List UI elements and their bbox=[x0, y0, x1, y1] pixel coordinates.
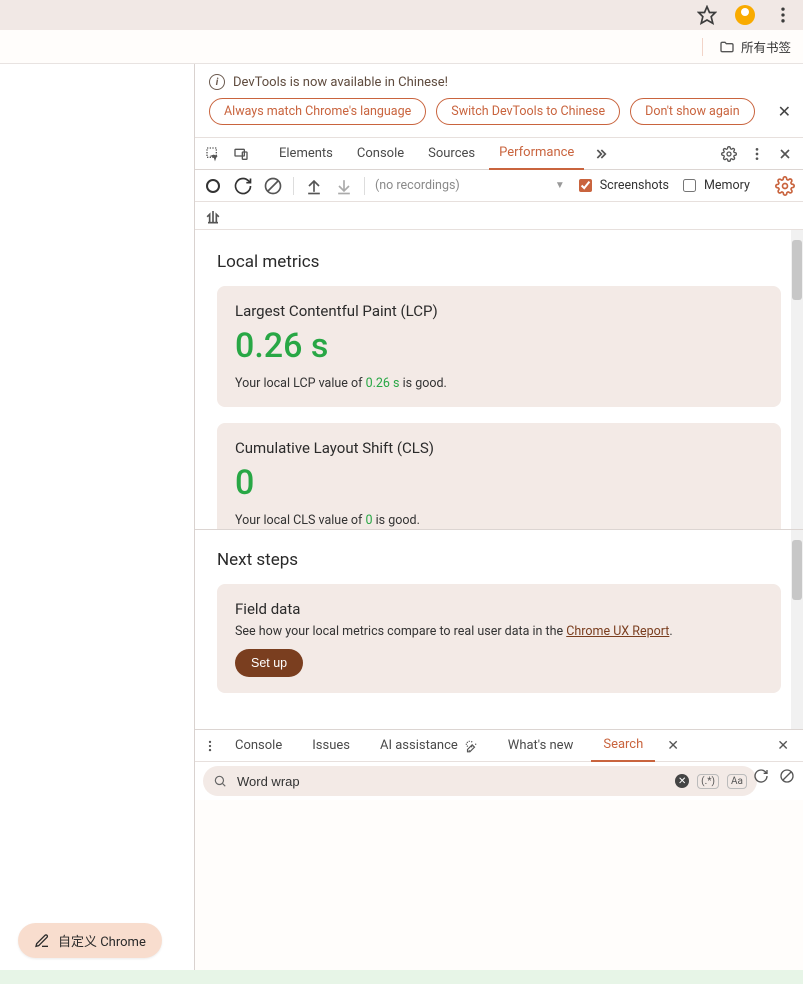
switch-chinese-button[interactable]: Switch DevTools to Chinese bbox=[436, 98, 620, 125]
browser-top-bar bbox=[0, 0, 803, 30]
cls-value: 0 bbox=[235, 463, 763, 503]
search-input[interactable] bbox=[235, 773, 667, 790]
recordings-dropdown-caret-icon[interactable]: ▼ bbox=[555, 180, 565, 191]
bookmark-star-icon[interactable] bbox=[697, 5, 717, 25]
drawer-tab-ai[interactable]: AI assistance bbox=[368, 730, 490, 762]
device-toolbar-icon[interactable] bbox=[229, 142, 253, 166]
collect-garbage-icon[interactable] bbox=[203, 206, 223, 226]
field-data-card: Field data See how your local metrics co… bbox=[217, 584, 781, 693]
download-icon[interactable] bbox=[334, 176, 354, 196]
inspect-element-icon[interactable] bbox=[201, 142, 225, 166]
drawer-tab-close-icon[interactable]: ✕ bbox=[661, 738, 685, 754]
infobar-close-icon[interactable]: ✕ bbox=[778, 102, 791, 121]
tab-sources[interactable]: Sources bbox=[418, 138, 485, 170]
page-content-area: 自定义 Chrome bbox=[0, 64, 195, 970]
memory-checkbox[interactable]: Memory bbox=[679, 176, 750, 195]
browser-menu-icon[interactable] bbox=[773, 5, 793, 25]
language-infobar: i DevTools is now available in Chinese! … bbox=[195, 64, 803, 138]
lcp-subtitle: Your local LCP value of 0.26 s is good. bbox=[235, 376, 763, 391]
lcp-card: Largest Contentful Paint (LCP) 0.26 s Yo… bbox=[217, 286, 781, 407]
profile-avatar-icon[interactable] bbox=[735, 5, 755, 25]
tab-performance[interactable]: Performance bbox=[489, 138, 584, 170]
devtools-close-icon[interactable] bbox=[773, 142, 797, 166]
recordings-dropdown-label[interactable]: (no recordings) bbox=[375, 178, 460, 193]
set-up-button[interactable]: Set up bbox=[235, 649, 303, 677]
settings-gear-icon[interactable] bbox=[717, 142, 741, 166]
drawer-kebab-icon[interactable] bbox=[203, 739, 217, 753]
upload-icon[interactable] bbox=[304, 176, 324, 196]
all-bookmarks-button[interactable]: 所有书签 bbox=[719, 37, 791, 56]
clear-search-icon[interactable]: ✕ bbox=[675, 774, 689, 788]
performance-toolbar: (no recordings) ▼ Screenshots Memory bbox=[195, 170, 803, 202]
field-data-title: Field data bbox=[235, 600, 763, 618]
screenshots-checkbox[interactable]: Screenshots bbox=[575, 176, 669, 195]
all-bookmarks-label: 所有书签 bbox=[741, 37, 791, 56]
field-data-text: See how your local metrics compare to re… bbox=[235, 624, 763, 639]
tab-console[interactable]: Console bbox=[347, 138, 414, 170]
cls-subtitle: Your local CLS value of 0 is good. bbox=[235, 513, 763, 528]
status-bar bbox=[0, 970, 803, 984]
local-metrics-title: Local metrics bbox=[217, 252, 781, 272]
lcp-title: Largest Contentful Paint (LCP) bbox=[235, 302, 763, 320]
more-tabs-icon[interactable] bbox=[588, 142, 612, 166]
search-icon bbox=[213, 774, 227, 788]
search-refresh-icon[interactable] bbox=[753, 768, 769, 784]
lcp-value: 0.26 s bbox=[235, 326, 763, 366]
screenshots-label: Screenshots bbox=[600, 178, 669, 193]
cls-title: Cumulative Layout Shift (CLS) bbox=[235, 439, 763, 457]
regex-toggle[interactable]: (.*) bbox=[697, 774, 719, 789]
customize-chrome-button[interactable]: 自定义 Chrome bbox=[18, 923, 162, 958]
drawer-tab-issues[interactable]: Issues bbox=[300, 730, 362, 762]
kebab-menu-icon[interactable] bbox=[745, 142, 769, 166]
customize-chrome-label: 自定义 Chrome bbox=[58, 931, 146, 950]
capture-settings-gear-icon[interactable] bbox=[775, 176, 795, 196]
info-icon: i bbox=[209, 74, 225, 90]
drawer-close-icon[interactable]: ✕ bbox=[771, 738, 795, 754]
tab-elements[interactable]: Elements bbox=[269, 138, 343, 170]
divider bbox=[702, 38, 703, 56]
metrics-scrollbar[interactable] bbox=[791, 230, 803, 529]
drawer-tab-whatsnew[interactable]: What's new bbox=[496, 730, 586, 762]
devtools-panel: i DevTools is now available in Chinese! … bbox=[195, 64, 803, 970]
dont-show-again-button[interactable]: Don't show again bbox=[630, 98, 755, 125]
reload-record-icon[interactable] bbox=[233, 176, 253, 196]
nextsteps-scrollbar[interactable] bbox=[791, 530, 803, 729]
search-input-row: ✕ (.*) Aa bbox=[203, 766, 757, 796]
next-steps-title: Next steps bbox=[217, 550, 781, 570]
bookmarks-bar: 所有书签 bbox=[0, 30, 803, 64]
match-language-button[interactable]: Always match Chrome's language bbox=[209, 98, 426, 125]
infobar-message: DevTools is now available in Chinese! bbox=[233, 75, 448, 90]
record-button[interactable] bbox=[203, 176, 223, 196]
match-case-toggle[interactable]: Aa bbox=[727, 774, 747, 789]
search-results-area bbox=[195, 800, 803, 970]
search-clear-icon[interactable] bbox=[779, 768, 795, 784]
chrome-ux-report-link[interactable]: Chrome UX Report bbox=[566, 624, 669, 639]
drawer-tabbar: Console Issues AI assistance What's new … bbox=[195, 730, 803, 762]
memory-label: Memory bbox=[704, 178, 750, 193]
cls-card: Cumulative Layout Shift (CLS) 0 Your loc… bbox=[217, 423, 781, 530]
next-steps-panel: Next steps Field data See how your local… bbox=[195, 530, 803, 730]
drawer-tab-console[interactable]: Console bbox=[223, 730, 294, 762]
clear-icon[interactable] bbox=[263, 176, 283, 196]
drawer-tab-search[interactable]: Search bbox=[591, 730, 655, 762]
local-metrics-panel: Local metrics Largest Contentful Paint (… bbox=[195, 230, 803, 530]
devtools-tabbar: Elements Console Sources Performance bbox=[195, 138, 803, 170]
